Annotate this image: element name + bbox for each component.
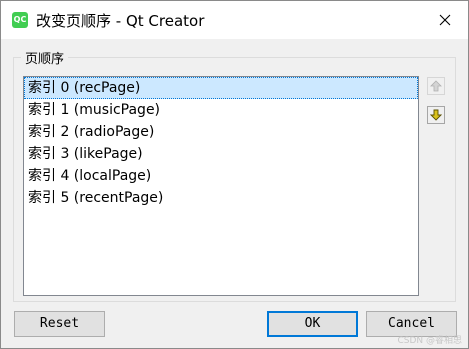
dialog-window: QC 改变页顺序 - Qt Creator 页顺序 索引 0 (recPage)…	[0, 0, 469, 349]
watermark: CSDN @睿相思	[397, 336, 462, 346]
groupbox-title: 页顺序	[21, 48, 69, 67]
title-bar: QC 改变页顺序 - Qt Creator	[1, 1, 468, 39]
close-button[interactable]	[422, 1, 468, 39]
move-up-button[interactable]	[427, 77, 445, 95]
list-item[interactable]: 索引 0 (recPage)	[24, 77, 418, 99]
list-item[interactable]: 索引 4 (localPage)	[24, 165, 418, 187]
window-title: 改变页顺序 - Qt Creator	[36, 12, 205, 30]
qt-creator-icon: QC	[12, 12, 28, 28]
dialog-content: 页顺序 索引 0 (recPage) 索引 1 (musicPage) 索引 2…	[1, 39, 468, 348]
list-item[interactable]: 索引 3 (likePage)	[24, 143, 418, 165]
move-down-button[interactable]	[427, 106, 445, 124]
close-icon	[439, 14, 451, 26]
list-item[interactable]: 索引 1 (musicPage)	[24, 99, 418, 121]
arrow-down-icon	[430, 109, 442, 121]
list-item[interactable]: 索引 2 (radioPage)	[24, 121, 418, 143]
arrow-up-icon	[430, 80, 442, 92]
reset-button[interactable]: Reset	[14, 311, 105, 337]
ok-button[interactable]: OK	[267, 311, 358, 337]
list-item[interactable]: 索引 5 (recentPage)	[24, 187, 418, 209]
page-order-list[interactable]: 索引 0 (recPage) 索引 1 (musicPage) 索引 2 (ra…	[23, 76, 419, 296]
